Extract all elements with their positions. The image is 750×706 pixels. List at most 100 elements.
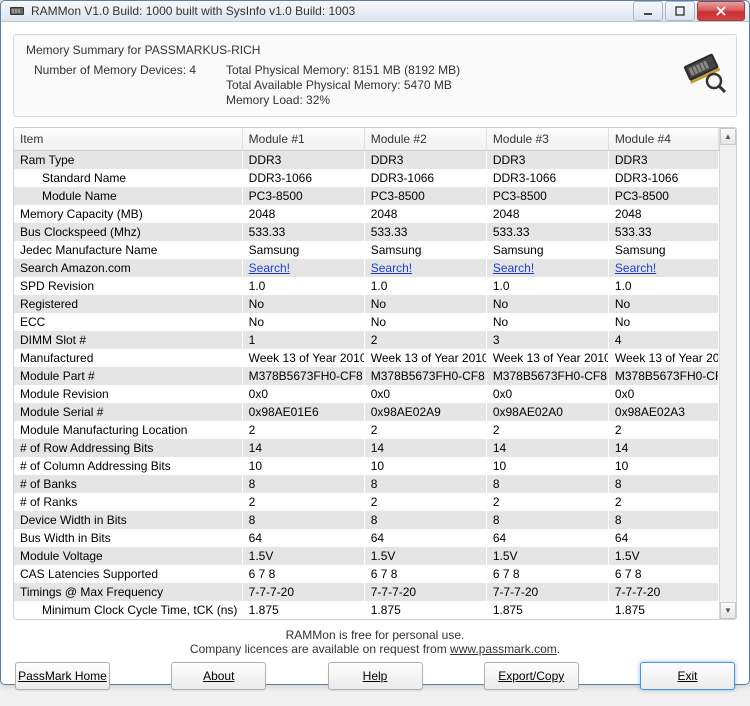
app-icon [9,3,25,19]
scroll-down-button[interactable]: ▼ [720,602,736,619]
table-row[interactable]: Device Width in Bits8888 [14,511,719,529]
table-row[interactable]: Minimum Clock Cycle Time, tCK (ns)1.8751… [14,601,719,619]
row-label: Module Name [14,187,242,205]
scrollbar-track[interactable] [720,145,736,602]
row-label: CAS Latencies Supported [14,565,242,583]
table-row[interactable]: Search Amazon.comSearch!Search!Search!Se… [14,259,719,277]
row-label: # of Ranks [14,493,242,511]
cell-value: 0x0 [242,385,364,403]
scroll-up-button[interactable]: ▲ [720,128,736,145]
table-row[interactable]: Module NamePC3-8500PC3-8500PC3-8500PC3-8… [14,187,719,205]
cell-value: No [608,295,718,313]
cell-value: 1 [242,331,364,349]
vertical-scrollbar[interactable]: ▲ ▼ [719,128,736,619]
cell-value: 64 [608,529,718,547]
cell-value: 2 [486,421,608,439]
cell-value: Week 13 of Year 2010 [608,349,718,367]
cell-value: 8 [486,511,608,529]
col-item[interactable]: Item [14,128,242,151]
row-label: DIMM Slot # [14,331,242,349]
cell-value: DDR3 [608,151,718,170]
search-link[interactable]: Search! [608,259,718,277]
table-row[interactable]: Module Revision0x00x00x00x0 [14,385,719,403]
table-row[interactable]: Standard NameDDR3-1066DDR3-1066DDR3-1066… [14,169,719,187]
cell-value: 0x0 [486,385,608,403]
minimize-button[interactable] [633,1,663,21]
search-link[interactable]: Search! [364,259,486,277]
table-row[interactable]: RegisteredNoNoNoNo [14,295,719,313]
titlebar[interactable]: RAMMon V1.0 Build: 1000 built with SysIn… [1,1,749,22]
table-row[interactable]: Module Manufacturing Location2222 [14,421,719,439]
table-row[interactable]: SPD Revision1.01.01.01.0 [14,277,719,295]
cell-value: No [608,313,718,331]
table-row[interactable]: Bus Clockspeed (Mhz)533.33533.33533.3353… [14,223,719,241]
table-row[interactable]: DIMM Slot #1234 [14,331,719,349]
cell-value: 0x98AE02A9 [364,403,486,421]
table-row[interactable]: Timings @ Max Frequency7-7-7-207-7-7-207… [14,583,719,601]
row-label: Bus Width in Bits [14,529,242,547]
table-row[interactable]: # of Ranks2222 [14,493,719,511]
cell-value: 10 [486,457,608,475]
cell-value: 0x0 [364,385,486,403]
cell-value: 2 [364,493,486,511]
table-row[interactable]: # of Banks8888 [14,475,719,493]
cell-value: 2 [242,421,364,439]
passmark-link[interactable]: www.passmark.com [450,642,557,656]
table-row[interactable]: Memory Capacity (MB)2048204820482048 [14,205,719,223]
devices-count: Number of Memory Devices: 4 [26,63,226,108]
cell-value: DDR3 [486,151,608,170]
table-row[interactable]: # of Row Addressing Bits14141414 [14,439,719,457]
row-label: Registered [14,295,242,313]
cell-value: 8 [608,475,718,493]
cell-value: 8 [486,475,608,493]
passmark-home-button[interactable]: PassMark Home [15,662,110,690]
cell-value: 8 [242,511,364,529]
help-button[interactable]: Help [328,662,423,690]
cell-value: 10 [364,457,486,475]
cell-value: PC3-8500 [486,187,608,205]
cell-value: 2048 [242,205,364,223]
close-button[interactable] [697,1,745,21]
cell-value: 6 7 8 [486,565,608,583]
cell-value: 0x98AE02A0 [486,403,608,421]
cell-value: 1.0 [608,277,718,295]
table-row[interactable]: ManufacturedWeek 13 of Year 2010Week 13 … [14,349,719,367]
cell-value: 2 [486,493,608,511]
cell-value: 14 [364,439,486,457]
col-module-3[interactable]: Module #3 [486,128,608,151]
cell-value: No [486,313,608,331]
cell-value: 3 [486,331,608,349]
exit-button[interactable]: Exit [640,662,735,690]
row-label: SPD Revision [14,277,242,295]
search-link[interactable]: Search! [242,259,364,277]
button-row: PassMark Home About Help Export/Copy Exi… [13,658,737,694]
table-row[interactable]: Module Serial #0x98AE01E60x98AE02A90x98A… [14,403,719,421]
col-module-2[interactable]: Module #2 [364,128,486,151]
maximize-button[interactable] [665,1,695,21]
table-row[interactable]: CAS Latencies Supported6 7 86 7 86 7 86 … [14,565,719,583]
table-row[interactable]: ECCNoNoNoNo [14,313,719,331]
cell-value: Samsung [242,241,364,259]
row-label: # of Column Addressing Bits [14,457,242,475]
cell-value: Samsung [608,241,718,259]
table-row[interactable]: # of Column Addressing Bits10101010 [14,457,719,475]
table-row[interactable]: Jedec Manufacture NameSamsungSamsungSams… [14,241,719,259]
export-copy-button[interactable]: Export/Copy [484,662,579,690]
cell-value: 10 [242,457,364,475]
cell-value: 533.33 [486,223,608,241]
col-module-4[interactable]: Module #4 [608,128,718,151]
cell-value: 0x98AE02A3 [608,403,718,421]
cell-value: DDR3-1066 [364,169,486,187]
row-label: Timings @ Max Frequency [14,583,242,601]
row-label: Search Amazon.com [14,259,242,277]
search-link[interactable]: Search! [486,259,608,277]
cell-value: 6 7 8 [364,565,486,583]
table-row[interactable]: Ram TypeDDR3DDR3DDR3DDR3 [14,151,719,170]
table-row[interactable]: Bus Width in Bits64646464 [14,529,719,547]
table-row[interactable]: Module Part #M378B5673FH0-CF8M378B5673FH… [14,367,719,385]
table-row[interactable]: Module Voltage1.5V1.5V1.5V1.5V [14,547,719,565]
about-button[interactable]: About [171,662,266,690]
cell-value: No [364,313,486,331]
row-label: Module Voltage [14,547,242,565]
col-module-1[interactable]: Module #1 [242,128,364,151]
